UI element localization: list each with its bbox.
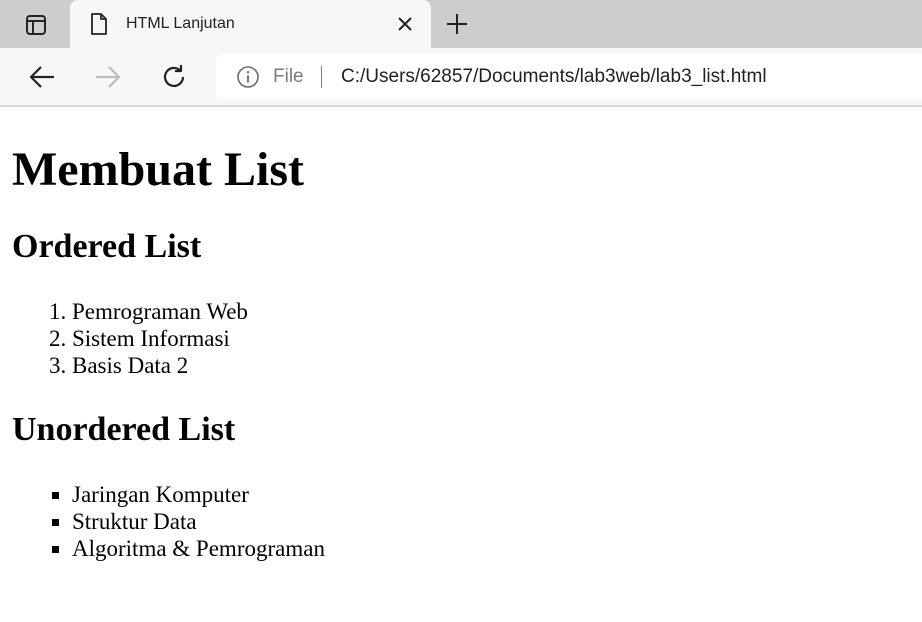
address-bar[interactable]: File C:/Users/62857/Documents/lab3web/la…: [216, 54, 922, 99]
close-icon: [398, 17, 412, 31]
page-icon: [91, 13, 107, 35]
tab-title: HTML Lanjutan: [126, 15, 235, 32]
browser-toolbar: File C:/Users/62857/Documents/lab3web/la…: [0, 48, 922, 107]
new-tab-button[interactable]: [442, 10, 472, 38]
scheme-label: File: [273, 66, 304, 87]
list-item: Algoritma & Pemrograman: [72, 535, 325, 562]
plus-icon: [447, 14, 467, 34]
list-item: Jaringan Komputer: [72, 481, 325, 508]
list-item: Basis Data 2: [72, 352, 248, 379]
close-tab-button[interactable]: [394, 13, 416, 35]
forward-button[interactable]: [90, 60, 126, 94]
forward-arrow-icon: [96, 66, 121, 88]
url-text[interactable]: C:/Users/62857/Documents/lab3web/lab3_li…: [341, 65, 767, 89]
refresh-icon: [163, 65, 185, 87]
address-separator: [321, 66, 322, 88]
refresh-button[interactable]: [156, 60, 192, 94]
info-icon[interactable]: [236, 65, 260, 89]
ordered-list-heading: Ordered List: [12, 228, 202, 265]
back-arrow-icon: [29, 66, 54, 88]
page-title: Membuat List: [12, 143, 304, 196]
tab-strip: HTML Lanjutan: [0, 0, 922, 48]
tab-actions-icon: [26, 15, 46, 35]
list-item: Sistem Informasi: [72, 325, 248, 352]
unordered-list-heading: Unordered List: [12, 411, 236, 448]
tab-actions-button[interactable]: [12, 10, 60, 40]
unordered-list: Jaringan Komputer Struktur Data Algoritm…: [12, 481, 325, 562]
list-item: Struktur Data: [72, 508, 325, 535]
ordered-list: Pemrograman Web Sistem Informasi Basis D…: [12, 298, 248, 379]
back-button[interactable]: [24, 60, 60, 94]
active-tab[interactable]: HTML Lanjutan: [70, 0, 431, 48]
list-item: Pemrograman Web: [72, 298, 248, 325]
